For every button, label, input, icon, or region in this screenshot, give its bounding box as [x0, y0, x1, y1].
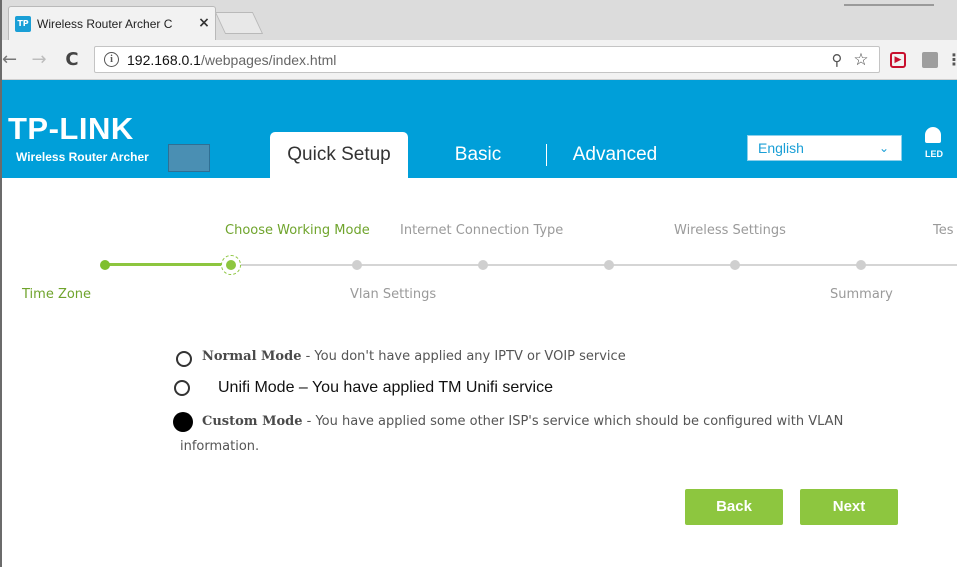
url-text: 192.168.0.1/webpages/index.html [127, 51, 336, 69]
custom-mode-desc: - You have applied some other ISP's serv… [302, 414, 844, 429]
step-internet-connection-type: Internet Connection Type [400, 223, 564, 238]
nav-divider [546, 144, 547, 166]
step-dot [478, 260, 488, 270]
browser-tab[interactable]: TP Wireless Router Archer C × [8, 6, 216, 40]
led-label: LED [925, 149, 943, 159]
step-wireless-settings: Wireless Settings [674, 223, 786, 238]
window-left-border [0, 80, 2, 567]
router-header: TP-LINK Wireless Router Archer Quick Set… [0, 80, 957, 178]
info-icon[interactable]: i [104, 52, 119, 67]
tp-link-logo: TP-LINK [8, 111, 134, 146]
step-dot-time-zone [100, 260, 110, 270]
step-summary: Summary [830, 287, 893, 302]
tab-bar: TP Wireless Router Archer C × [2, 0, 957, 40]
model-subtitle: Wireless Router Archer [16, 150, 149, 164]
chevron-down-icon: ⌄ [878, 141, 890, 155]
tab-basic[interactable]: Basic [440, 132, 516, 178]
next-button[interactable]: Next [800, 489, 898, 525]
url-path: /webpages/index.html [200, 52, 337, 68]
step-vlan-settings: Vlan Settings [350, 287, 437, 302]
radio-normal-mode[interactable] [176, 351, 192, 367]
tab-advanced[interactable]: Advanced [560, 132, 670, 178]
step-dot [730, 260, 740, 270]
back-button[interactable]: Back [685, 489, 783, 525]
step-choose-working-mode: Choose Working Mode [225, 223, 370, 238]
extension-gray-icon[interactable] [922, 52, 938, 68]
browser-toolbar: ← → C i 192.168.0.1/webpages/index.html … [2, 40, 957, 80]
redacted-model [168, 144, 210, 172]
normal-mode-title: Normal Mode [202, 349, 302, 364]
zoom-icon[interactable]: ⚲ [827, 49, 847, 71]
address-bar[interactable]: i 192.168.0.1/webpages/index.html ⚲ ☆ [94, 46, 880, 73]
step-dot [604, 260, 614, 270]
tab-quick-setup[interactable]: Quick Setup [270, 132, 408, 178]
led-bulb-icon[interactable] [925, 127, 941, 143]
close-icon[interactable]: × [195, 13, 213, 33]
custom-mode-desc-line2: information. [180, 439, 260, 454]
tab-title: Wireless Router Archer C [37, 17, 173, 31]
language-value: English [758, 140, 804, 156]
unifi-mode-label: Unifi Mode – You have applied TM Unifi s… [218, 379, 553, 396]
step-dot [352, 260, 362, 270]
star-icon[interactable]: ☆ [851, 49, 871, 71]
step-dot [856, 260, 866, 270]
new-tab-button[interactable] [214, 12, 264, 34]
window-edge [844, 4, 934, 6]
radio-custom-mode[interactable] [173, 412, 193, 432]
reload-icon[interactable]: C [60, 48, 84, 72]
browser-chrome: TP Wireless Router Archer C × ← → C i 19… [0, 0, 957, 80]
normal-mode-label: Normal Mode - You don't have applied any… [202, 347, 626, 367]
extension-icon[interactable]: ▶ [890, 52, 906, 68]
progress-track-completed [105, 263, 231, 266]
radio-unifi-mode[interactable] [174, 380, 190, 396]
step-dot-current [221, 255, 241, 275]
url-host: 192.168.0.1 [127, 52, 201, 68]
forward-arrow-icon[interactable]: → [28, 48, 50, 72]
menu-icon[interactable]: ⋮ [946, 48, 957, 72]
custom-mode-label: Custom Mode - You have applied some othe… [202, 412, 843, 432]
step-test: Tes [933, 223, 954, 238]
tp-link-favicon-icon: TP [15, 16, 31, 32]
normal-mode-desc: - You don't have applied any IPTV or VOI… [301, 349, 626, 364]
custom-mode-title: Custom Mode [202, 414, 303, 429]
language-select[interactable]: English ⌄ [747, 135, 902, 161]
back-arrow-icon[interactable]: ← [2, 48, 17, 72]
step-time-zone: Time Zone [22, 287, 92, 302]
